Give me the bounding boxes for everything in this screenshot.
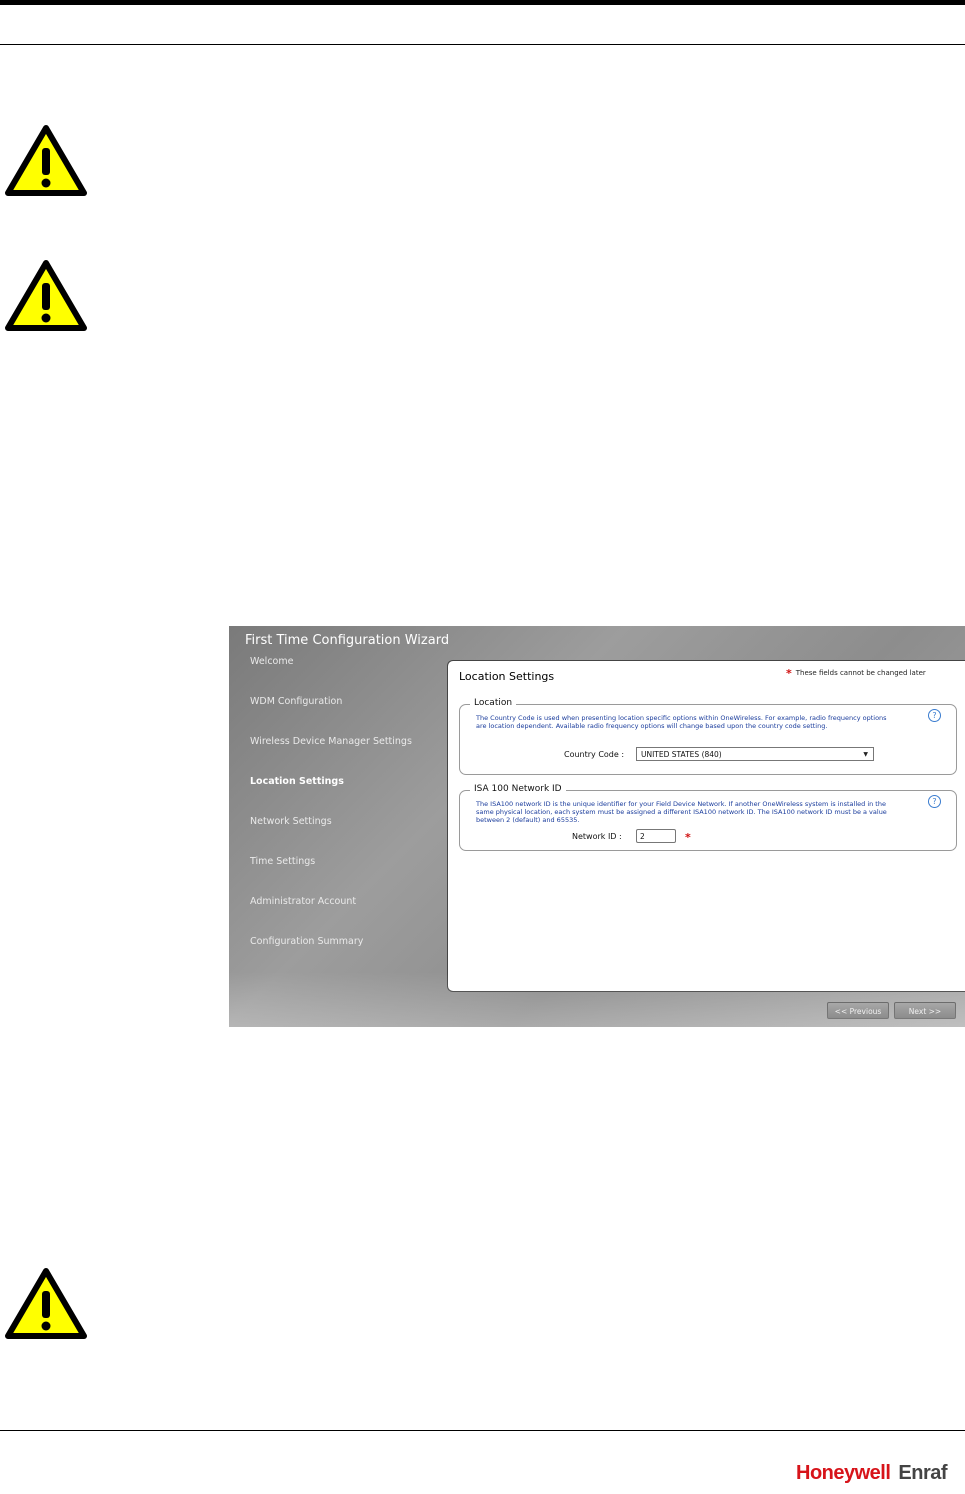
network-id-input[interactable]: 2 [636,829,676,843]
nav-item-network-settings[interactable]: Network Settings [250,816,332,827]
brand-honeywell: Honeywell [796,1462,891,1484]
brand-logo: Honeywell Enraf [796,1462,948,1485]
isa100-description: The ISA100 network ID is the unique iden… [476,800,887,824]
location-settings-panel: Location Settings * These fields cannot b… [447,660,965,992]
required-fields-note: * These fields cannot be changed later [786,667,926,680]
nav-item-administrator-account[interactable]: Administrator Account [250,896,356,907]
help-icon[interactable]: ? [928,709,941,722]
nav-item-location-settings[interactable]: Location Settings [250,776,344,787]
location-description: The Country Code is used when presenting… [476,714,887,730]
warning-icon [5,125,87,196]
header-rule-thick [0,0,965,5]
nav-item-wdm-configuration[interactable]: WDM Configuration [250,696,342,707]
country-code-label: Country Code : [564,750,625,759]
panel-title: Location Settings [459,670,555,683]
nav-item-configuration-summary[interactable]: Configuration Summary [250,936,363,947]
header-rule-thin [0,44,965,45]
footer-rule [0,1430,965,1431]
brand-enraf: Enraf [898,1462,948,1484]
help-icon[interactable]: ? [928,795,941,808]
next-button[interactable]: Next >> [894,1002,956,1019]
warning-icon [5,1268,87,1339]
nav-item-wireless-device-manager-settings[interactable]: Wireless Device Manager Settings [250,736,412,747]
nav-item-time-settings[interactable]: Time Settings [250,856,315,867]
configuration-wizard-screenshot: First Time Configuration Wizard Welcome … [229,626,965,1027]
location-legend: Location [470,698,517,708]
wizard-title: First Time Configuration Wizard [245,633,450,648]
isa100-network-id-fieldset: ISA 100 Network ID The ISA100 network ID… [459,784,957,851]
network-id-label: Network ID : [572,832,622,841]
required-note-text: These fields cannot be changed later [795,669,926,677]
isa100-legend: ISA 100 Network ID [470,784,566,794]
dropdown-arrow-icon[interactable]: ▼ [863,748,868,762]
warning-icon [5,260,87,331]
nav-item-welcome[interactable]: Welcome [250,656,293,667]
required-asterisk-icon: * [786,667,792,680]
country-code-value: UNITED STATES (840) [641,750,722,759]
country-code-select[interactable]: UNITED STATES (840) ▼ [636,747,874,761]
required-asterisk-icon: * [685,831,691,844]
previous-button[interactable]: << Previous [827,1002,889,1019]
location-fieldset: Location The Country Code is used when p… [459,698,957,775]
